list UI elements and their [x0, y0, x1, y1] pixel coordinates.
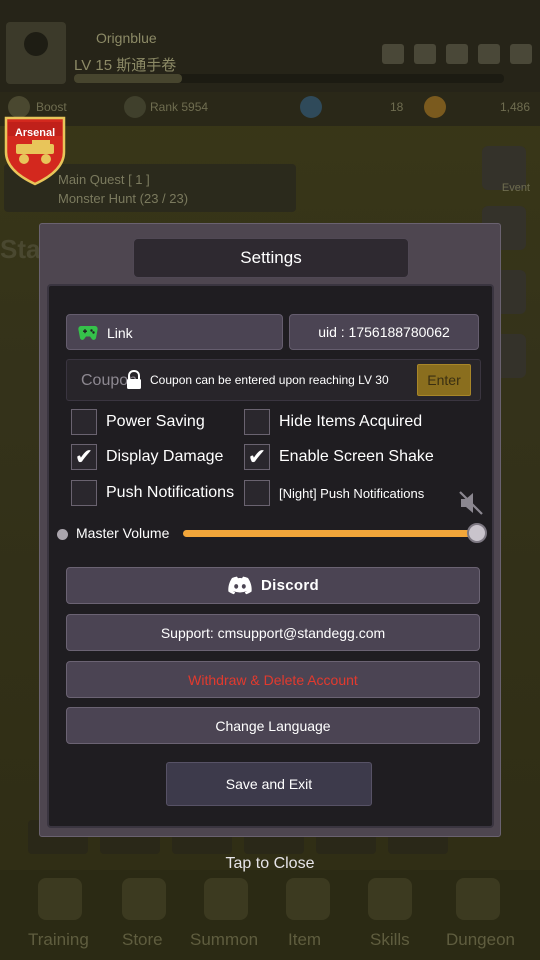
coin-icon: [424, 96, 446, 118]
volume-min-dot: [57, 529, 68, 540]
crest-text: Arsenal: [14, 127, 56, 139]
power-saving-label: Power Saving: [106, 413, 205, 430]
coupon-lock-message: Coupon can be entered upon reaching LV 3…: [150, 373, 389, 387]
skills-icon: [368, 878, 412, 920]
power-saving-checkbox[interactable]: [71, 409, 97, 435]
volume-slider-handle[interactable]: [467, 523, 487, 543]
resource-bar: [0, 92, 540, 126]
tap-to-close-hint[interactable]: Tap to Close: [0, 855, 540, 873]
settings-dialog: Settings Link uid : 1756188780062 Coupon…: [39, 223, 501, 837]
night-push-label: [Night] Push Notifications: [279, 485, 425, 501]
screen-shake-option[interactable]: ✔ Enable Screen Shake: [244, 444, 434, 470]
master-volume-slider[interactable]: [183, 530, 481, 537]
training-icon: [38, 878, 82, 920]
link-label: Link: [107, 325, 133, 341]
resource-coins: 1,486: [500, 100, 531, 114]
nav-training: Training: [28, 930, 89, 949]
coupon-enter-button[interactable]: Enter: [417, 364, 471, 396]
dungeon-icon: [456, 878, 500, 920]
display-damage-checkbox[interactable]: ✔: [71, 444, 97, 470]
lock-icon: [127, 370, 141, 389]
power-saving-option[interactable]: Power Saving: [71, 409, 205, 435]
resource-gems: 18: [390, 100, 404, 114]
discord-label: Discord: [261, 577, 319, 594]
quest-progress: Monster Hunt (23 / 23): [58, 191, 189, 206]
uid-display: uid : 1756188780062: [289, 314, 479, 350]
settings-panel: Link uid : 1756188780062 Coupon can be e…: [47, 284, 494, 828]
player-name: Orignblue: [96, 30, 157, 46]
summon-icon: [204, 878, 248, 920]
event-label: Event: [501, 182, 530, 194]
quest-title: Main Quest [ 1 ]: [58, 172, 150, 187]
store-icon: [122, 878, 166, 920]
arsenal-crest-icon: Arsenal: [2, 114, 68, 186]
screen-shake-label: Enable Screen Shake: [279, 448, 434, 465]
nav-summon: Summon: [190, 930, 259, 949]
discord-icon: [228, 576, 252, 594]
player-avatar: [6, 22, 66, 84]
resource-rank: Rank 5954: [150, 100, 209, 114]
rank-icon: [124, 96, 146, 118]
volume-fill: [183, 530, 481, 537]
night-push-checkbox[interactable]: [244, 480, 270, 506]
change-language-button[interactable]: Change Language: [66, 707, 480, 744]
hide-items-checkbox[interactable]: [244, 409, 270, 435]
nav-store: Store: [122, 930, 163, 949]
xp-bar: [74, 74, 504, 83]
coupon-row: Coupon can be entered upon reaching LV 3…: [66, 359, 481, 401]
resource-boost: Boost: [36, 100, 67, 114]
push-notifications-label: Push Notifications: [106, 484, 235, 501]
push-notifications-checkbox[interactable]: [71, 480, 97, 506]
dialog-title: Settings: [133, 238, 409, 278]
discord-button[interactable]: Discord: [66, 567, 480, 604]
hide-items-option[interactable]: Hide Items Acquired: [244, 409, 422, 435]
withdraw-delete-account-button[interactable]: Withdraw & Delete Account: [66, 661, 480, 698]
screen-shake-checkbox[interactable]: ✔: [244, 444, 270, 470]
gem-icon: [300, 96, 322, 118]
top-icons: [382, 44, 532, 64]
master-volume-row: Master Volume: [57, 522, 489, 546]
hide-items-label: Hide Items Acquired: [279, 413, 423, 430]
night-push-option[interactable]: [Night] Push Notifications: [244, 480, 424, 506]
link-account-button[interactable]: Link: [66, 314, 283, 350]
nav-item: Item: [288, 930, 322, 949]
nav-dungeon: Dungeon: [446, 930, 516, 949]
save-and-exit-button[interactable]: Save and Exit: [166, 762, 372, 806]
master-volume-label: Master Volume: [76, 525, 170, 541]
push-notifications-option[interactable]: Push Notifications: [71, 480, 234, 506]
google-play-games-icon: [78, 326, 98, 340]
speaker-muted-icon[interactable]: [457, 490, 485, 516]
item-icon: [286, 878, 330, 920]
support-email-button[interactable]: Support: cmsupport@standegg.com: [66, 614, 480, 651]
display-damage-label: Display Damage: [106, 448, 224, 465]
nav-skills: Skills: [370, 930, 410, 949]
display-damage-option[interactable]: ✔ Display Damage: [71, 444, 223, 470]
player-level: LV 15 斯通手卷: [74, 57, 177, 74]
